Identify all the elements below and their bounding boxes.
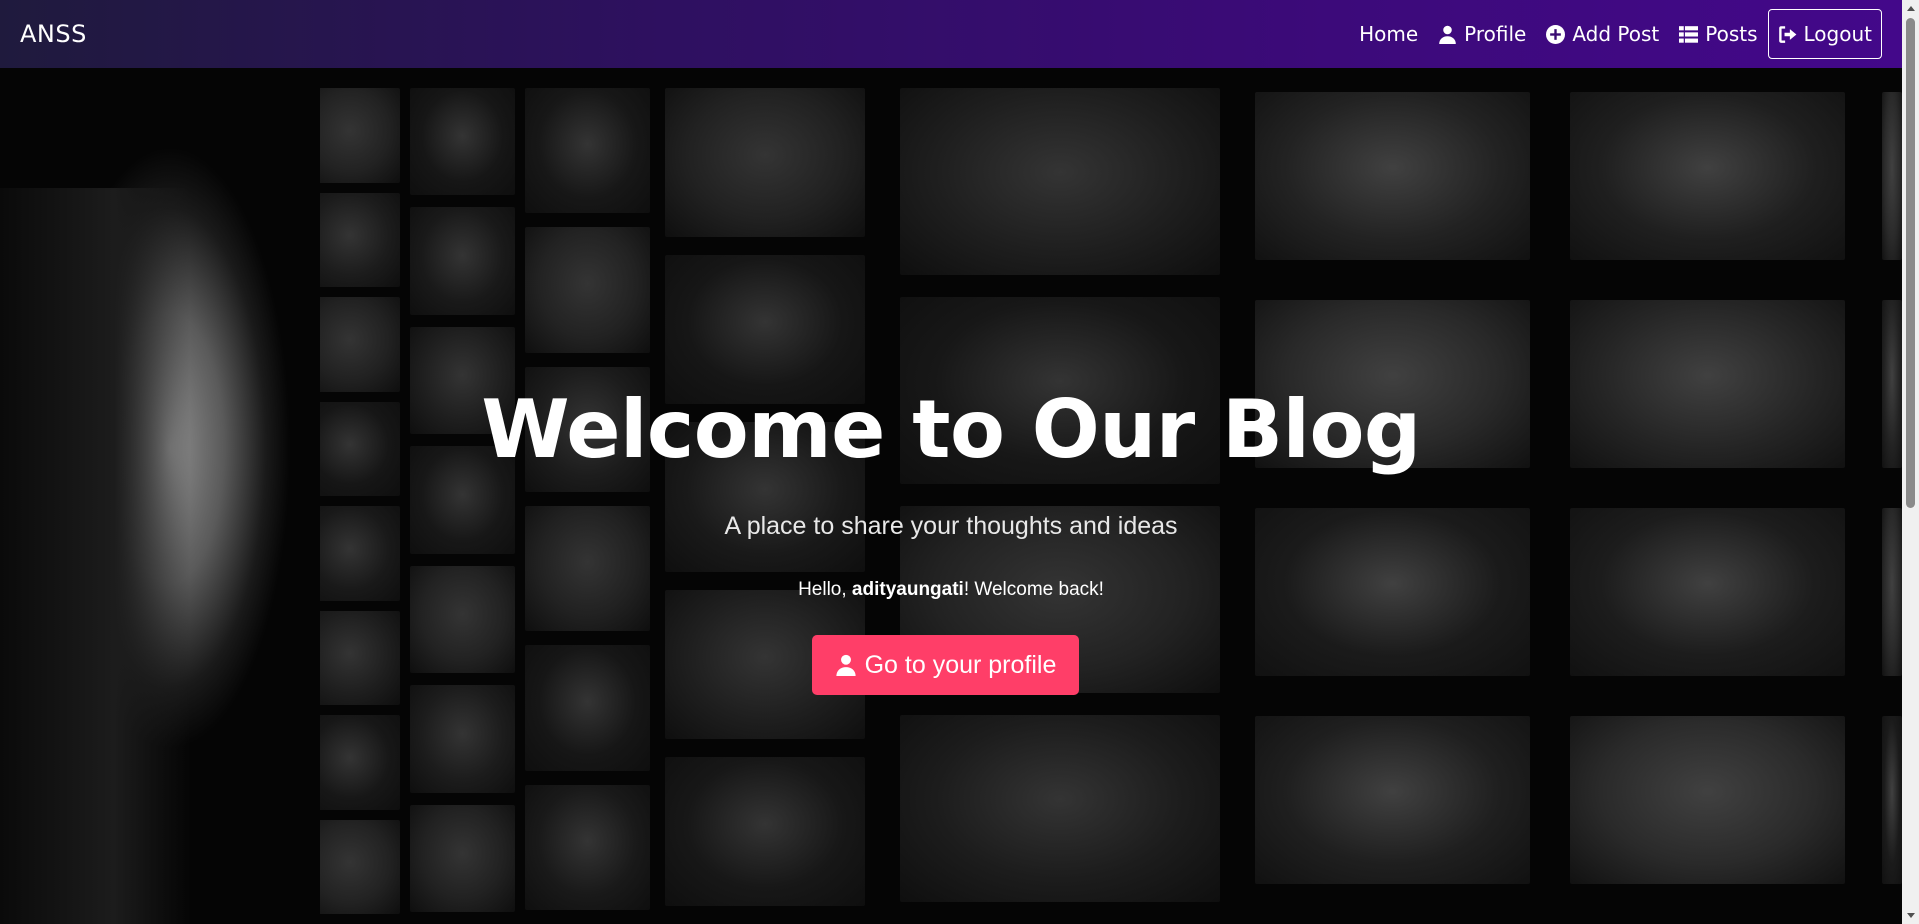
- greeting-suffix: ! Welcome back!: [963, 579, 1104, 600]
- sign-out-icon: [1778, 25, 1796, 43]
- navbar: ANSS Home Profile Add Post Posts Logout: [0, 0, 1902, 68]
- nav-home-label: Home: [1359, 22, 1419, 46]
- nav-profile-label: Profile: [1464, 22, 1527, 46]
- hero-subtitle: A place to share your thoughts and ideas: [724, 512, 1178, 540]
- scroll-up-arrow-icon[interactable]: [1902, 0, 1919, 17]
- logout-button[interactable]: Logout: [1767, 9, 1882, 59]
- plus-circle-icon: [1546, 24, 1566, 44]
- user-icon: [1439, 25, 1456, 44]
- username: adityaungati: [851, 579, 964, 600]
- scroll-down-arrow-icon[interactable]: [1902, 907, 1919, 924]
- user-icon: [835, 654, 856, 676]
- list-icon: [1679, 25, 1699, 43]
- nav-posts-label: Posts: [1705, 22, 1758, 46]
- welcome-message: Hello, adityaungati! Welcome back!: [0, 579, 1902, 601]
- nav-home[interactable]: Home: [1349, 14, 1428, 54]
- nav-posts[interactable]: Posts: [1669, 14, 1767, 54]
- nav-links: Home Profile Add Post Posts Logout: [1349, 9, 1882, 59]
- greeting-prefix: Hello,: [798, 579, 852, 600]
- nav-add-post[interactable]: Add Post: [1536, 14, 1669, 54]
- hero-section: Welcome to Our Blog A place to share you…: [0, 68, 1902, 924]
- nav-profile[interactable]: Profile: [1428, 14, 1536, 54]
- go-to-profile-button[interactable]: Go to your profile: [812, 635, 1079, 695]
- hero-title: Welcome to Our Blog: [481, 383, 1421, 476]
- logout-label: Logout: [1803, 22, 1872, 46]
- brand-logo[interactable]: ANSS: [20, 20, 87, 48]
- vertical-scrollbar[interactable]: [1902, 0, 1919, 924]
- nav-add-post-label: Add Post: [1572, 22, 1660, 46]
- scroll-thumb[interactable]: [1906, 18, 1915, 508]
- go-to-profile-label: Go to your profile: [864, 650, 1057, 679]
